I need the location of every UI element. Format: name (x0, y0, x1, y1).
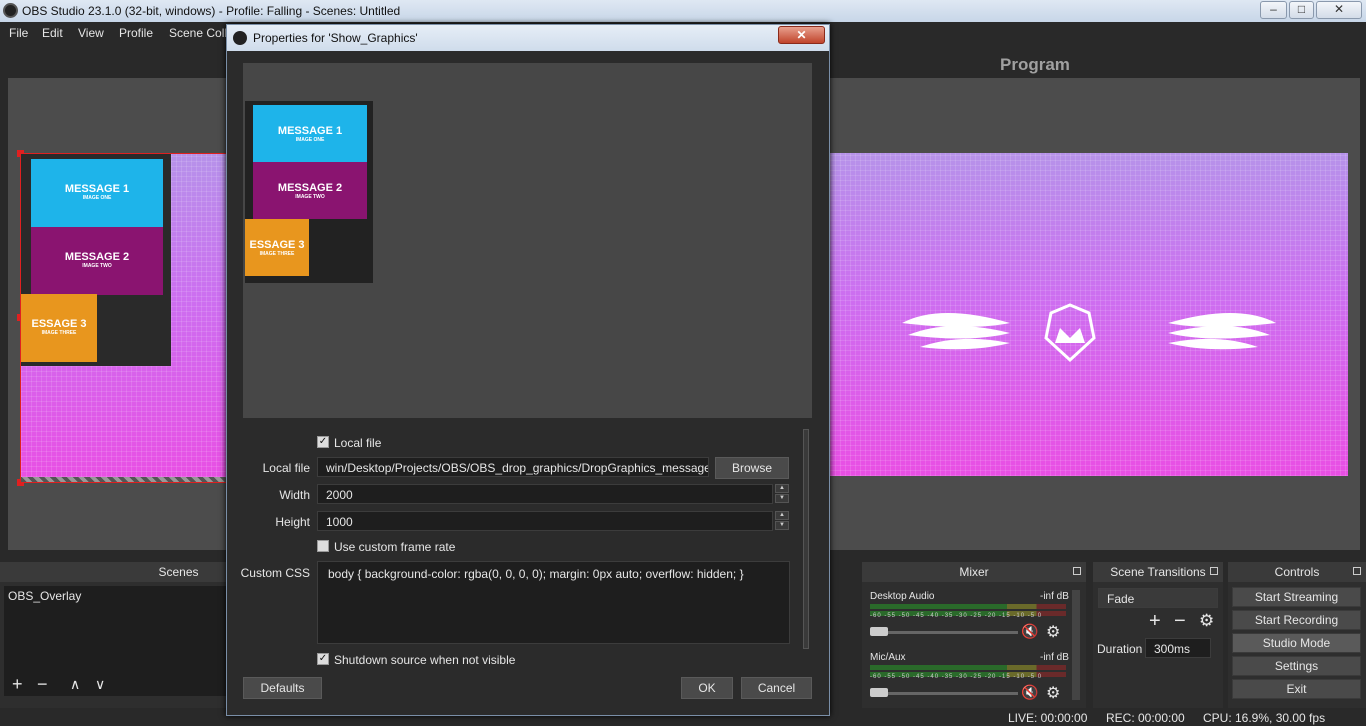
float-icon[interactable] (1073, 567, 1081, 575)
transitions-dock: Scene Transitions Fade + − ⚙ Duration 30… (1093, 562, 1223, 726)
properties-dialog: Properties for 'Show_Graphics' ✕ MESSAGE… (226, 24, 830, 716)
exit-button[interactable]: Exit (1232, 679, 1361, 699)
graphics-panel: MESSAGE 1 IMAGE ONE MESSAGE 2 IMAGE TWO ES… (21, 154, 171, 366)
rec-status: REC: 00:00:00 (1106, 711, 1185, 725)
obs-logo-icon (3, 3, 18, 18)
shutdown-checkbox[interactable]: ✓ (317, 653, 329, 665)
title-bar: OBS Studio 23.1.0 (32-bit, windows) - Pr… (0, 0, 1366, 22)
cancel-button[interactable]: Cancel (741, 677, 812, 699)
slider-handle[interactable] (870, 688, 888, 697)
obs-logo-icon (233, 31, 247, 45)
scroll-stripe (21, 477, 229, 482)
message-3-tile: ESSAGE 3 IMAGE THREE (21, 294, 97, 362)
program-label: Program (1000, 55, 1070, 74)
message-2-tile: MESSAGE 2 IMAGE TWO (253, 162, 367, 219)
remove-scene-icon[interactable]: − (37, 674, 48, 695)
meter-scale: -60 -55 -50 -45 -40 -35 -30 -25 -20 -15 … (870, 674, 1043, 680)
add-transition-icon[interactable]: + (1149, 610, 1161, 633)
remove-transition-icon[interactable]: − (1174, 610, 1186, 633)
move-down-icon[interactable]: ∨ (95, 676, 105, 693)
minimize-button[interactable]: – (1260, 1, 1287, 19)
graphics-panel: MESSAGE 1 IMAGE ONE MESSAGE 2 IMAGE TWO ES… (245, 101, 373, 283)
studio-mode-button[interactable]: Studio Mode (1232, 633, 1361, 653)
close-icon[interactable]: ✕ (778, 26, 825, 44)
transition-select[interactable]: Fade (1098, 588, 1218, 608)
width-down-icon[interactable]: ▼ (775, 494, 789, 503)
height-down-icon[interactable]: ▼ (775, 521, 789, 530)
local-file-checkbox[interactable]: ✓ (317, 436, 329, 448)
volume-meter (870, 604, 1066, 609)
custom-fps-checkbox[interactable] (317, 540, 329, 552)
start-recording-button[interactable]: Start Recording (1232, 610, 1361, 630)
height-input[interactable]: 1000 (317, 511, 773, 531)
menu-edit[interactable]: Edit (42, 26, 63, 40)
add-scene-icon[interactable]: + (12, 674, 23, 695)
settings-button[interactable]: Settings (1232, 656, 1361, 676)
maximize-button[interactable]: □ (1289, 1, 1314, 19)
source-preview: MESSAGE 1 IMAGE ONE MESSAGE 2 IMAGE TWO ES… (243, 63, 812, 418)
shutdown-label: Shutdown source when not visible (334, 653, 516, 667)
width-up-icon[interactable]: ▲ (775, 484, 789, 493)
start-streaming-button[interactable]: Start Streaming (1232, 587, 1361, 607)
width-label: Width (279, 488, 310, 502)
custom-fps-label: Use custom frame rate (334, 540, 456, 554)
duration-input[interactable]: 300ms (1145, 638, 1211, 658)
height-label: Height (275, 515, 310, 529)
menu-file[interactable]: File (9, 26, 28, 40)
transition-gear-icon[interactable]: ⚙ (1199, 611, 1214, 631)
menu-view[interactable]: View (78, 26, 104, 40)
width-input[interactable]: 2000 (317, 484, 773, 504)
custom-css-textarea[interactable]: body { background-color: rgba(0, 0, 0, 0… (317, 561, 790, 644)
mixer-header: Mixer (862, 562, 1086, 582)
float-icon[interactable] (1210, 567, 1218, 575)
message-1-tile: MESSAGE 1 IMAGE ONE (31, 159, 163, 227)
preview-canvas[interactable]: MESSAGE 1 IMAGE ONE MESSAGE 2 IMAGE TWO ES… (17, 150, 230, 486)
duration-label: Duration (1097, 642, 1143, 656)
scene-item[interactable]: OBS_Overlay (4, 586, 226, 606)
browse-button[interactable]: Browse (715, 457, 789, 479)
mute-icon[interactable]: 🔇 (1021, 623, 1038, 640)
mixer-level: -inf dB (1040, 591, 1069, 602)
volume-meter (870, 665, 1066, 670)
dialog-title: Properties for 'Show_Graphics' (253, 31, 418, 45)
controls-header: Controls (1228, 562, 1366, 582)
css-label: Custom CSS (240, 566, 310, 580)
move-up-icon[interactable]: ∧ (70, 676, 80, 693)
menu-profile[interactable]: Profile (119, 26, 153, 40)
program-canvas (830, 153, 1348, 476)
gear-icon[interactable]: ⚙ (1046, 683, 1060, 703)
menu-scene-collection[interactable]: Scene Coll (169, 26, 227, 40)
mixer-level: -inf dB (1040, 652, 1069, 663)
defaults-button[interactable]: Defaults (243, 677, 322, 699)
height-up-icon[interactable]: ▲ (775, 511, 789, 520)
float-icon[interactable] (1353, 567, 1361, 575)
gear-icon[interactable]: ⚙ (1046, 622, 1060, 642)
dialog-title-bar: Properties for 'Show_Graphics' ✕ (227, 25, 829, 51)
message-1-tile: MESSAGE 1 IMAGE ONE (253, 105, 367, 162)
properties-scrollbar[interactable] (803, 429, 809, 649)
mute-icon[interactable]: 🔇 (1021, 684, 1038, 701)
window-title: OBS Studio 23.1.0 (32-bit, windows) - Pr… (22, 4, 401, 18)
crown-wings-logo (902, 303, 1276, 363)
local-file-label: Local file (262, 461, 310, 475)
volume-slider[interactable] (870, 631, 1018, 634)
mixer-channel-name: Desktop Audio (870, 591, 935, 602)
local-file-check-label: Local file (334, 436, 382, 450)
volume-slider[interactable] (870, 692, 1018, 695)
mixer-channel-name: Mic/Aux (870, 652, 906, 663)
live-status: LIVE: 00:00:00 (1008, 711, 1088, 725)
message-3-tile: ESSAGE 3 IMAGE THREE (245, 219, 309, 276)
mixer-scrollbar[interactable] (1072, 590, 1080, 700)
message-2-tile: MESSAGE 2 IMAGE TWO (31, 227, 163, 295)
transitions-header: Scene Transitions (1093, 562, 1223, 582)
slider-handle[interactable] (870, 627, 888, 636)
cpu-status: CPU: 16.9%, 30.00 fps (1203, 711, 1326, 725)
meter-scale: -60 -55 -50 -45 -40 -35 -30 -25 -20 -15 … (870, 613, 1043, 619)
close-button[interactable]: ✕ (1316, 1, 1362, 19)
local-file-input[interactable]: win/Desktop/Projects/OBS/OBS_drop_graphi… (317, 457, 709, 477)
ok-button[interactable]: OK (681, 677, 733, 699)
